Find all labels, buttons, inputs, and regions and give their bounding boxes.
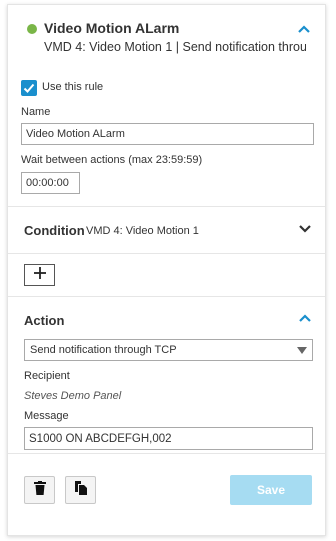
name-field[interactable]: Video Motion ALarm <box>21 123 314 145</box>
panel-footer: Save <box>8 454 325 534</box>
plus-icon <box>33 266 47 285</box>
rule-header-section: Video Motion ALarm VMD 4: Video Motion 1… <box>8 5 325 207</box>
use-rule-label: Use this rule <box>42 81 104 93</box>
recipient-label: Recipient <box>24 370 70 382</box>
chevron-down-icon[interactable] <box>298 224 316 238</box>
action-title: Action <box>24 313 65 328</box>
trash-icon <box>33 480 46 500</box>
wait-label: Wait between actions (max 23:59:59) <box>21 154 203 166</box>
condition-section[interactable]: Condition VMD 4: Video Motion 1 <box>8 207 325 254</box>
rule-panel: Video Motion ALarm VMD 4: Video Motion 1… <box>7 4 326 536</box>
delete-button[interactable] <box>24 476 55 504</box>
message-value: S1000 ON ABCDEFGH,002 <box>29 432 172 445</box>
chevron-up-icon[interactable] <box>298 313 316 327</box>
duplicate-button[interactable] <box>65 476 96 504</box>
message-label: Message <box>24 410 69 422</box>
wait-field[interactable]: 00:00:00 <box>21 172 80 194</box>
message-field[interactable]: S1000 ON ABCDEFGH,002 <box>24 427 313 450</box>
status-dot <box>27 24 37 34</box>
action-section: Action Send notification through TCP Rec… <box>8 297 325 454</box>
condition-detail: VMD 4: Video Motion 1 <box>86 225 199 237</box>
copy-icon <box>74 480 87 500</box>
chevron-up-icon[interactable] <box>297 24 315 38</box>
name-label: Name <box>21 106 51 118</box>
wait-value: 00:00:00 <box>26 177 69 189</box>
save-button[interactable]: Save <box>230 475 312 505</box>
dropdown-caret-icon <box>297 347 307 354</box>
rule-summary: VMD 4: Video Motion 1 | Send notificatio… <box>44 40 306 54</box>
condition-title: Condition <box>24 223 85 238</box>
action-type-value: Send notification through TCP <box>30 344 177 356</box>
add-condition-section <box>8 254 325 297</box>
name-value: Video Motion ALarm <box>26 128 125 140</box>
recipient-value: Steves Demo Panel <box>24 390 122 402</box>
add-condition-button[interactable] <box>24 264 55 286</box>
action-type-select[interactable]: Send notification through TCP <box>24 339 313 361</box>
rule-title: Video Motion ALarm <box>44 20 180 36</box>
use-rule-checkbox[interactable] <box>21 80 37 96</box>
